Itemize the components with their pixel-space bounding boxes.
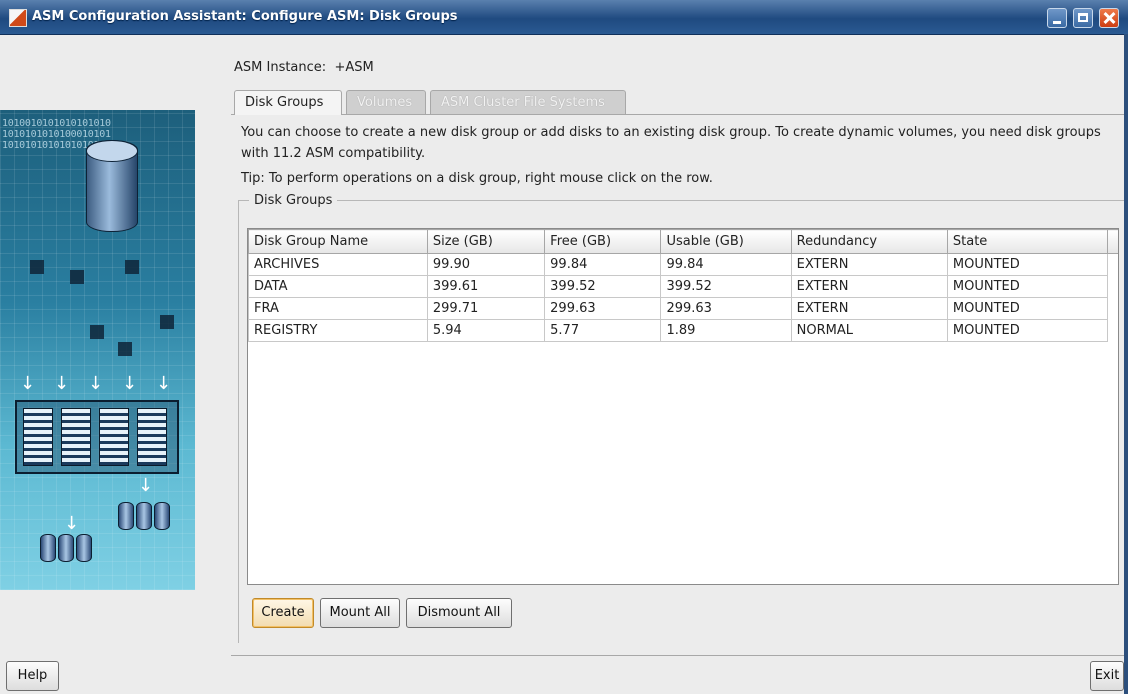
side-illustration: 1010010101010101010 1010101010100010101 … bbox=[0, 110, 195, 590]
table-row[interactable]: REGISTRY 5.94 5.77 1.89 NORMAL MOUNTED bbox=[248, 319, 1119, 342]
chip-icon bbox=[118, 342, 132, 356]
maximize-icon[interactable] bbox=[1073, 8, 1093, 28]
chip-icon bbox=[125, 260, 139, 274]
app-icon bbox=[9, 9, 27, 27]
table-row[interactable]: DATA 399.61 399.52 399.52 EXTERN MOUNTED bbox=[248, 275, 1119, 298]
database-icon bbox=[86, 140, 138, 232]
down-arrow-icon: ↓ bbox=[20, 373, 36, 394]
column-header[interactable]: Free (GB) bbox=[544, 229, 662, 254]
exit-button[interactable]: Exit bbox=[1090, 661, 1124, 691]
table-cell: FRA bbox=[248, 297, 428, 320]
close-icon[interactable] bbox=[1099, 8, 1119, 28]
table-cell: EXTERN bbox=[790, 275, 948, 298]
table-cell: 5.77 bbox=[544, 319, 662, 342]
down-arrow-icon: ↓ bbox=[122, 373, 138, 394]
table-cell: 1.89 bbox=[660, 319, 792, 342]
minimize-icon[interactable] bbox=[1047, 8, 1067, 28]
disk-icon bbox=[40, 534, 56, 562]
table-cell: 99.84 bbox=[544, 253, 662, 276]
column-header-filler bbox=[1106, 229, 1118, 254]
disk-icon bbox=[154, 502, 170, 530]
down-arrow-icon: ↓ bbox=[88, 373, 104, 394]
table-cell: ARCHIVES bbox=[248, 253, 428, 276]
column-header[interactable]: Redundancy bbox=[790, 229, 948, 254]
chip-icon bbox=[90, 325, 104, 339]
column-header[interactable]: Usable (GB) bbox=[660, 229, 792, 254]
tab-volumes[interactable]: Volumes bbox=[346, 90, 426, 114]
asm-instance-value: +ASM bbox=[334, 60, 374, 75]
disk-icon bbox=[76, 534, 92, 562]
table-cell: EXTERN bbox=[790, 297, 948, 320]
disk-groups-legend: Disk Groups bbox=[254, 193, 333, 208]
disk-icon bbox=[118, 502, 134, 530]
down-arrow-icon: ↓ bbox=[64, 513, 80, 534]
description-text: You can choose to create a new disk grou… bbox=[241, 125, 1101, 161]
table-cell: DATA bbox=[248, 275, 428, 298]
table-cell: EXTERN bbox=[790, 253, 948, 276]
table-cell: 299.63 bbox=[660, 297, 792, 320]
table-cell: 99.84 bbox=[660, 253, 792, 276]
tab-disk-groups[interactable]: Disk Groups bbox=[234, 90, 342, 115]
column-header[interactable]: Size (GB) bbox=[426, 229, 546, 254]
storage-array-icon bbox=[15, 400, 179, 474]
table-cell: MOUNTED bbox=[946, 319, 1108, 342]
table-cell: MOUNTED bbox=[946, 297, 1108, 320]
down-arrow-icon: ↓ bbox=[156, 373, 172, 394]
disk-icon bbox=[58, 534, 74, 562]
table-cell: 299.63 bbox=[544, 297, 662, 320]
table-cell: 99.90 bbox=[426, 253, 546, 276]
table-row[interactable]: ARCHIVES 99.90 99.84 99.84 EXTERN MOUNTE… bbox=[248, 253, 1119, 276]
help-button[interactable]: Help bbox=[6, 661, 59, 691]
chip-icon bbox=[30, 260, 44, 274]
window-border bbox=[1124, 34, 1128, 694]
asm-instance-label: ASM Instance: +ASM bbox=[234, 60, 374, 75]
mount-all-button[interactable]: Mount All bbox=[320, 598, 400, 628]
table-cell: 399.52 bbox=[660, 275, 792, 298]
table-cell: 399.52 bbox=[544, 275, 662, 298]
table-cell: MOUNTED bbox=[946, 253, 1108, 276]
table-cell: REGISTRY bbox=[248, 319, 428, 342]
chip-icon bbox=[70, 270, 84, 284]
disk-icon bbox=[136, 502, 152, 530]
down-arrow-icon: ↓ bbox=[54, 373, 70, 394]
table-cell: 299.71 bbox=[426, 297, 546, 320]
tip-text: Tip: To perform operations on a disk gro… bbox=[241, 171, 713, 186]
table-row[interactable]: FRA 299.71 299.63 299.63 EXTERN MOUNTED bbox=[248, 297, 1119, 320]
column-header[interactable]: Disk Group Name bbox=[248, 229, 428, 254]
table-cell: 399.61 bbox=[426, 275, 546, 298]
column-header[interactable]: State bbox=[946, 229, 1108, 254]
table-header-row: Disk Group Name Size (GB) Free (GB) Usab… bbox=[248, 229, 1118, 254]
create-button[interactable]: Create bbox=[252, 598, 314, 628]
table-cell: NORMAL bbox=[790, 319, 948, 342]
table-cell: 5.94 bbox=[426, 319, 546, 342]
tab-asm-cluster-file-systems[interactable]: ASM Cluster File Systems bbox=[430, 90, 626, 114]
table-cell: MOUNTED bbox=[946, 275, 1108, 298]
down-arrow-icon: ↓ bbox=[138, 475, 154, 496]
chip-icon bbox=[160, 315, 174, 329]
disk-groups-table[interactable]: Disk Group Name Size (GB) Free (GB) Usab… bbox=[247, 228, 1119, 585]
title-bar[interactable]: ASM Configuration Assistant: Configure A… bbox=[0, 0, 1128, 35]
window-title: ASM Configuration Assistant: Configure A… bbox=[32, 9, 458, 24]
dismount-all-button[interactable]: Dismount All bbox=[406, 598, 512, 628]
